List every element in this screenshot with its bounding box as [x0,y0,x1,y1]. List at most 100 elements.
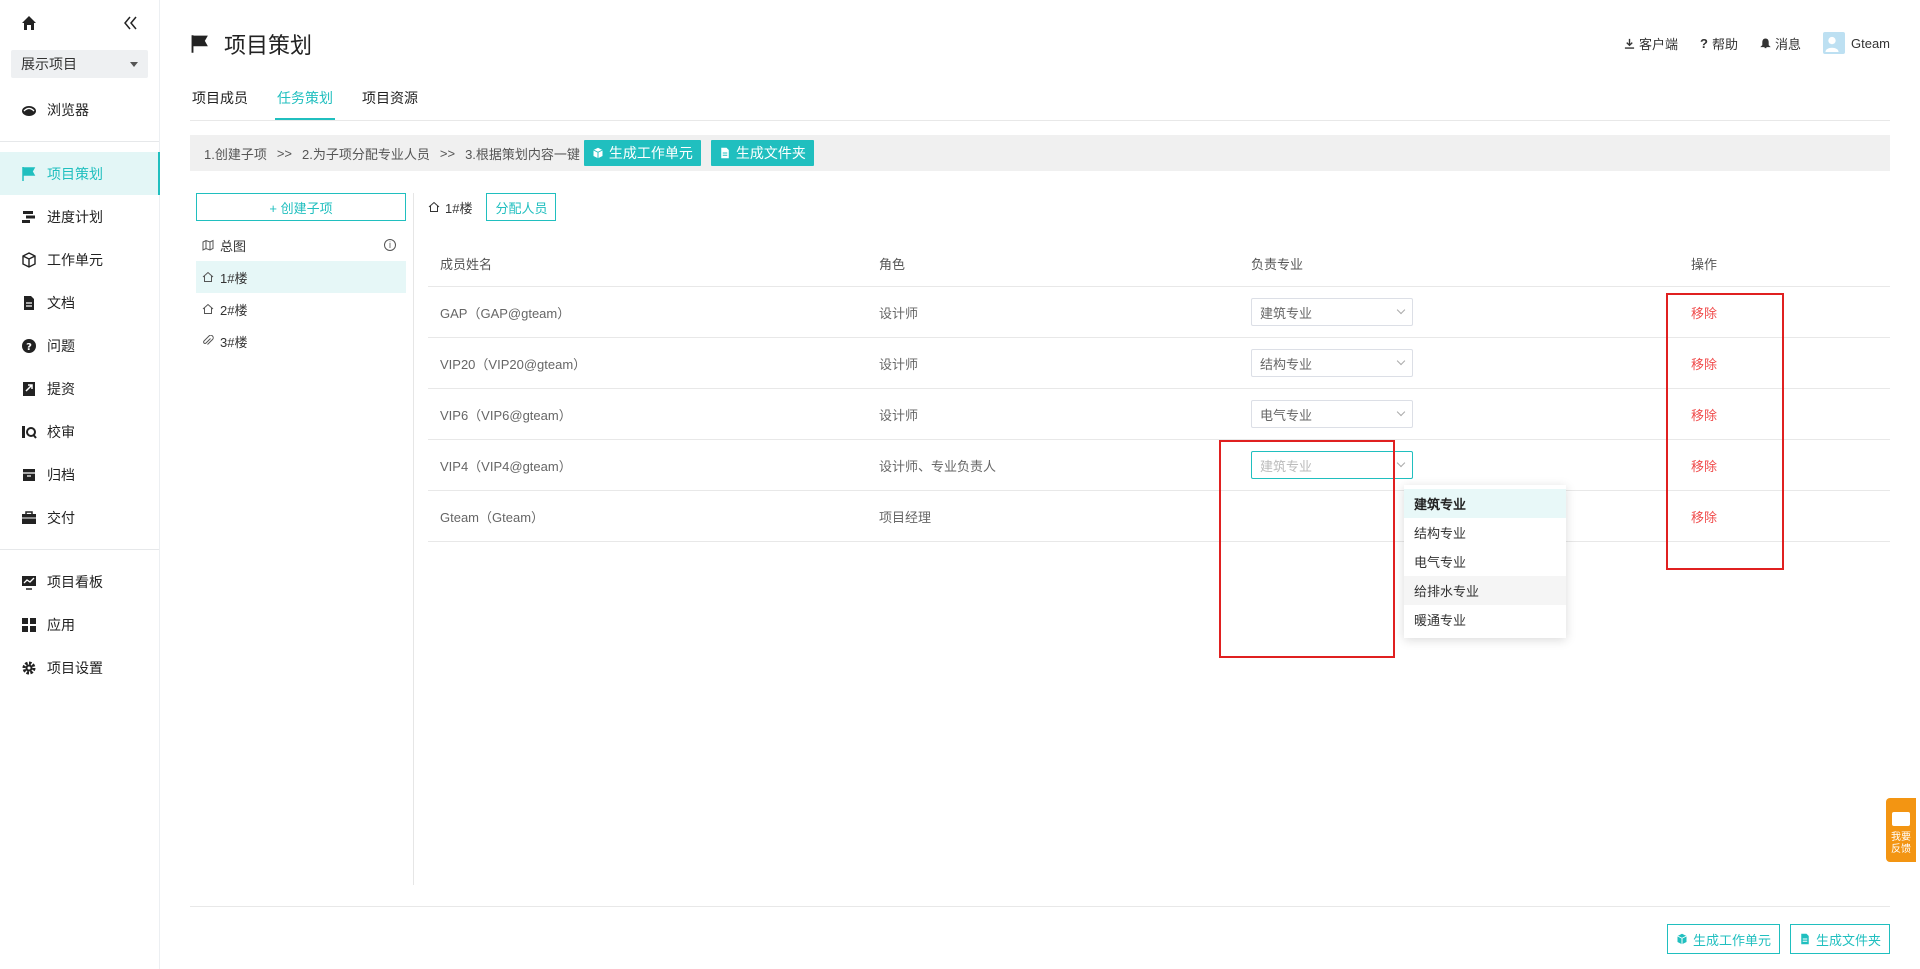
caret-down-icon [130,61,138,67]
discipline-select[interactable]: 建筑专业 [1251,298,1413,326]
chat-icon [1892,812,1910,826]
collapse-icon[interactable] [121,14,139,32]
remove-button[interactable]: 移除 [1691,338,1717,388]
tab-members[interactable]: 项目成员 [190,88,250,120]
apps-icon [20,616,38,634]
info-icon[interactable]: i [384,239,396,251]
nav-label: 归档 [47,466,75,483]
table-row: VIP4（VIP4@gteam） 设计师、专业负责人 建筑专业 移除 [428,440,1890,491]
user-menu[interactable]: Gteam [1822,32,1890,54]
nav-label: 进度计划 [47,208,103,225]
discipline-cell: 建筑专业 [1251,440,1413,490]
tree-item-site-plan[interactable]: 总图 i [196,229,406,261]
messages-label: 消息 [1774,36,1801,52]
nav-item-delivery[interactable]: 交付 [0,496,159,539]
project-select[interactable]: 展示项目 [11,50,148,78]
house-icon [428,201,440,213]
question-icon: ? [20,337,38,355]
dropdown-option[interactable]: 暖通专业 [1404,605,1566,634]
nav-item-review[interactable]: 校审 [0,410,159,453]
create-subitem-button[interactable]: + 创建子项 [196,193,406,221]
nav-label: 浏览器 [47,101,89,118]
dropdown-option[interactable]: 给排水专业 [1404,576,1566,605]
nav-label: 应用 [47,616,75,633]
discipline-select-value: 结构专业 [1260,356,1313,372]
tab-bar: 项目成员 任务策划 项目资源 [190,88,445,120]
nav-item-settings[interactable]: 项目设置 [0,646,159,689]
nav-label: 问题 [47,337,75,354]
member-name: VIP6（VIP6@gteam） [440,407,572,423]
archive-icon [20,466,38,484]
cube-icon [1677,933,1687,945]
discipline-cell: 结构专业 [1251,338,1413,388]
member-name: VIP4（VIP4@gteam） [440,458,572,474]
tab-task-planning[interactable]: 任务策划 [275,88,335,120]
briefcase-icon [20,509,38,527]
messages-link[interactable]: 消息 [1760,34,1801,53]
column-header-action: 操作 [1691,256,1718,272]
column-header-discipline: 负责专业 [1251,256,1304,272]
generate-folder-button[interactable]: 生成文件夹 [1789,924,1890,954]
nav-item-dashboard[interactable]: 项目看板 [0,560,159,603]
page-title: 项目策划 [224,33,313,58]
svg-text:?: ? [26,342,32,353]
home-icon[interactable] [20,14,38,32]
generate-folder-button[interactable]: 生成文件夹 [710,140,814,166]
nav-item-submit[interactable]: 提资 [0,367,159,410]
tree-item-building-2[interactable]: 2#楼 [196,293,406,325]
step-3: 3.根据策划内容一键 [465,146,580,162]
button-label: 生成文件夹 [735,145,806,161]
divider [190,906,1890,907]
download-icon [1624,38,1635,49]
current-subitem: 1#楼 [445,200,473,216]
tree-item-building-3[interactable]: 3#楼 [196,325,406,357]
discipline-select[interactable]: 电气专业 [1251,400,1413,428]
nav-item-schedule[interactable]: 进度计划 [0,195,159,238]
dashboard-icon [20,573,38,591]
table-row: VIP20（VIP20@gteam） 设计师 结构专业 移除 [428,338,1890,389]
map-icon [202,239,214,251]
tab-resources[interactable]: 项目资源 [360,88,420,120]
nav-label: 提资 [47,380,75,397]
feedback-button[interactable]: 我要 反馈 [1886,798,1916,862]
dropdown-option[interactable]: 建筑专业 [1404,489,1566,518]
divider [0,141,159,142]
member-role: 项目经理 [879,509,932,525]
discipline-select-open[interactable]: 建筑专业 [1251,451,1413,479]
chevron-down-icon [1396,458,1406,468]
dropdown-option[interactable]: 结构专业 [1404,518,1566,547]
assign-members-button[interactable]: 分配人员 [486,193,557,221]
divider [190,120,1890,121]
step-1: 1.创建子项 [204,146,267,162]
tree-item-building-1[interactable]: 1#楼 [196,261,406,293]
flag-icon [20,165,38,183]
nav-item-issue[interactable]: ? 问题 [0,324,159,367]
remove-button[interactable]: 移除 [1691,287,1717,337]
discipline-select[interactable]: 结构专业 [1251,349,1413,377]
nav-label: 项目设置 [47,659,103,676]
nav-item-browser[interactable]: 浏览器 [0,88,159,131]
document-icon [20,294,38,312]
nav-label: 项目看板 [47,573,103,590]
generate-work-unit-button[interactable]: 生成工作单元 [583,140,701,166]
feedback-label-2: 反馈 [1891,844,1911,855]
nav-item-apps[interactable]: 应用 [0,603,159,646]
nav-item-project-planning[interactable]: 项目策划 [0,152,160,195]
remove-button[interactable]: 移除 [1691,491,1717,541]
table-row: Gteam（Gteam） 项目经理 移除 [428,491,1890,542]
divider [0,549,159,550]
chevron-down-icon [1396,407,1406,417]
help-link[interactable]: ? 帮助 [1700,34,1738,53]
dropdown-option[interactable]: 电气专业 [1404,547,1566,576]
client-download-link[interactable]: 客户端 [1624,34,1678,53]
feedback-label-1: 我要 [1891,832,1911,843]
submit-icon [20,380,38,398]
generate-work-unit-button[interactable]: 生成工作单元 [1666,924,1780,954]
nav-item-document[interactable]: 文档 [0,281,159,324]
nav-item-work-unit[interactable]: 工作单元 [0,238,159,281]
nav-item-archive[interactable]: 归档 [0,453,159,496]
page-header: 项目策划 [190,28,312,60]
table-header: 成员姓名 角色 负责专业 操作 [428,240,1890,287]
remove-button[interactable]: 移除 [1691,440,1717,490]
remove-button[interactable]: 移除 [1691,389,1717,439]
